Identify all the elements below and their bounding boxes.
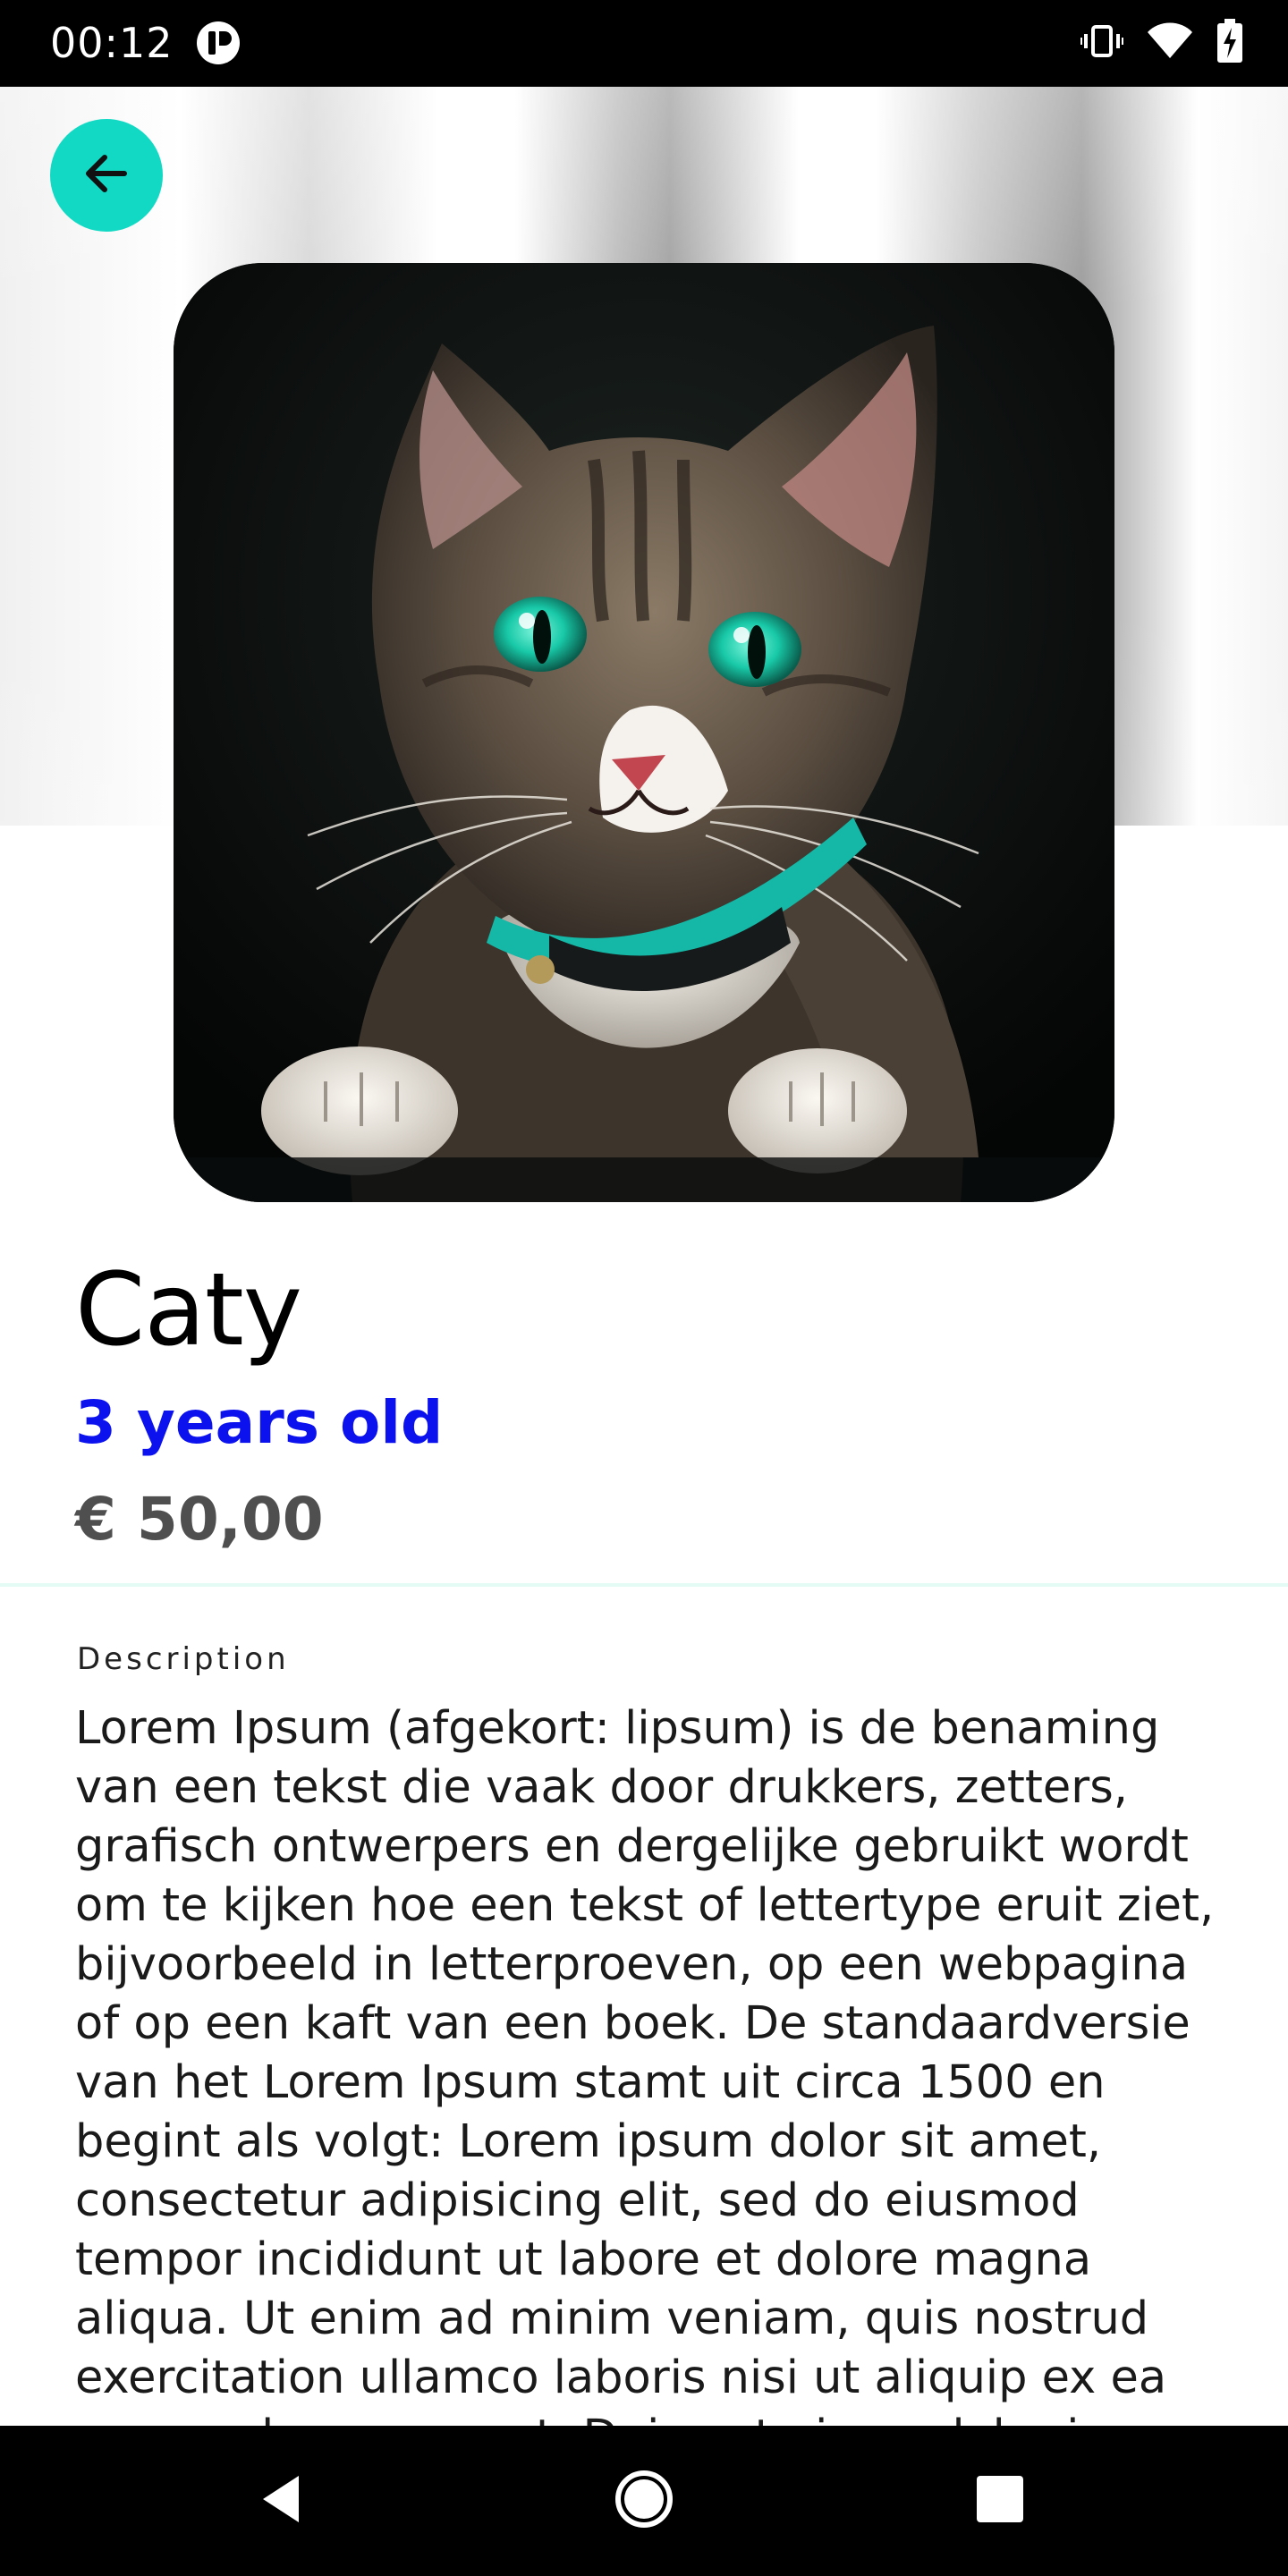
pet-photo	[174, 263, 1114, 1202]
recents-square-icon	[975, 2474, 1025, 2529]
arrow-left-icon	[80, 147, 133, 205]
pet-name: Caty	[75, 1252, 302, 1368]
status-icons	[1080, 18, 1243, 68]
pet-detail-screen: 00:12 Caty 3 years old € 50,00 Descripti…	[0, 0, 1288, 2576]
wifi-icon	[1147, 22, 1193, 64]
description-text: Lorem Ipsum (afgekort: lipsum) is de ben…	[75, 1702, 1215, 2426]
nav-recents-button[interactable]	[952, 2453, 1048, 2549]
nav-home-button[interactable]	[596, 2453, 692, 2549]
back-triangle-icon	[256, 2472, 309, 2530]
status-time: 00:12	[50, 19, 174, 67]
divider	[0, 1583, 1288, 1587]
status-bar: 00:12	[0, 0, 1288, 87]
pet-age: 3 years old	[75, 1388, 444, 1457]
pet-price: € 50,00	[75, 1485, 324, 1554]
home-circle-icon	[612, 2467, 676, 2536]
battery-icon	[1216, 18, 1243, 68]
description-label: Description	[77, 1641, 290, 1677]
back-button[interactable]	[50, 119, 163, 232]
app-notification-icon	[195, 20, 242, 66]
vibrate-icon	[1080, 23, 1123, 64]
navigation-bar	[0, 2426, 1288, 2576]
nav-back-button[interactable]	[234, 2453, 331, 2549]
